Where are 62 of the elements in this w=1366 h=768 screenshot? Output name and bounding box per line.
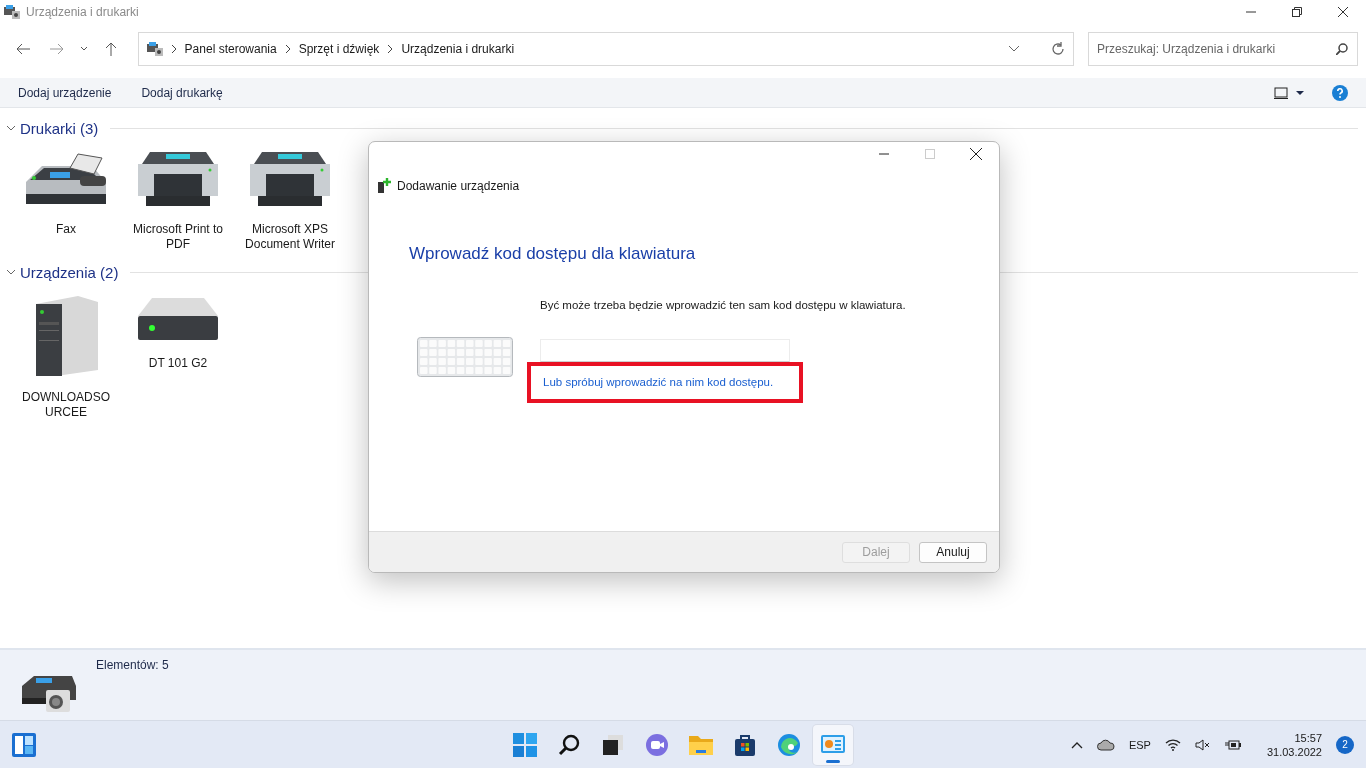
keyboard-icon bbox=[417, 337, 513, 377]
breadcrumb-item[interactable]: Urządzenia i drukarki bbox=[401, 42, 515, 56]
device-label[interactable]: DT 101 G2 bbox=[148, 356, 208, 371]
chevron-icon[interactable] bbox=[6, 267, 16, 277]
input-language[interactable]: ESP bbox=[1128, 738, 1151, 751]
search-icon[interactable] bbox=[1336, 43, 1348, 55]
search-icon bbox=[557, 733, 581, 757]
group-header[interactable]: Drukarki (3) bbox=[20, 119, 99, 137]
device-label[interactable]: Microsoft XPS Document Writer bbox=[242, 222, 338, 252]
device-label[interactable]: Fax bbox=[56, 222, 76, 237]
add-device-icon bbox=[377, 178, 391, 194]
device-label[interactable]: DOWNLOADSOURCEE bbox=[18, 390, 114, 420]
window-title: Urządzenia i drukarki bbox=[26, 5, 139, 19]
store-bag-icon bbox=[733, 733, 757, 757]
dialog-title: Dodawanie urządzenia bbox=[397, 179, 520, 193]
restore-icon bbox=[1292, 7, 1302, 17]
browser-swirl-icon bbox=[777, 733, 801, 757]
instruction-text: Być może trzeba będzie wprowadzić ten sam kod dostępu w klawiatura. bbox=[540, 299, 906, 311]
dialog-button[interactable]: Anuluj bbox=[919, 541, 987, 563]
forward-arrow-icon bbox=[49, 43, 64, 55]
chevron-icon bbox=[284, 45, 291, 53]
chevron-icon bbox=[170, 45, 177, 53]
video-chat-icon bbox=[645, 733, 669, 757]
passkey-input[interactable] bbox=[540, 339, 790, 362]
chevron-icon bbox=[387, 45, 394, 53]
refresh-icon[interactable] bbox=[1051, 42, 1065, 56]
chevron-down-icon bbox=[79, 46, 88, 52]
dropdown-chevron-icon[interactable] bbox=[1009, 46, 1019, 52]
help-icon[interactable] bbox=[1332, 84, 1348, 101]
toolbar-command[interactable]: Dodaj urządzenie bbox=[18, 85, 112, 100]
close-icon bbox=[970, 148, 982, 160]
clock-time[interactable]: 15:57 bbox=[1294, 731, 1322, 744]
passkey-link[interactable]: Lub spróbuj wprowadzić na nim kod dostępu. bbox=[543, 376, 774, 388]
group-header[interactable]: Urządzenia (2) bbox=[20, 263, 119, 281]
breadcrumb-item[interactable]: Sprzęt i dźwięk bbox=[298, 42, 380, 56]
chevron-icon[interactable] bbox=[6, 123, 16, 133]
toolbar-command[interactable]: Dodaj drukarkę bbox=[141, 85, 223, 100]
search-field[interactable]: Przeszukaj: Urządzenia i drukarki bbox=[1088, 32, 1358, 66]
active-indicator bbox=[826, 760, 840, 763]
item-count: Elementów: 5 bbox=[96, 658, 169, 674]
view-options-icon[interactable] bbox=[1274, 86, 1306, 99]
up-arrow-icon bbox=[104, 42, 117, 56]
chevron-up-icon[interactable] bbox=[1070, 740, 1083, 749]
notification-badge[interactable]: 2 bbox=[1336, 735, 1354, 754]
windows-logo-icon bbox=[513, 733, 537, 757]
dialog-heading: Wprowadź kod dostępu dla klawiatura bbox=[409, 244, 697, 264]
clock-date[interactable]: 31.03.2022 bbox=[1266, 745, 1322, 758]
devices-printers-icon bbox=[146, 42, 163, 56]
battery-charging-icon[interactable] bbox=[1224, 738, 1241, 751]
task-view-icon bbox=[601, 733, 625, 757]
speaker-muted-icon[interactable] bbox=[1194, 738, 1211, 751]
back-arrow-icon bbox=[15, 43, 30, 55]
wifi-icon[interactable] bbox=[1164, 738, 1181, 751]
device-label[interactable]: Microsoft Print to PDF bbox=[130, 222, 226, 252]
close-icon bbox=[1338, 7, 1348, 17]
address-bar[interactable]: Panel sterowania Sprzęt i dźwięk Urządzenia i drukarki bbox=[137, 32, 1074, 66]
maximize-icon bbox=[925, 149, 935, 159]
folder-icon bbox=[688, 733, 714, 757]
cloud-icon[interactable] bbox=[1096, 738, 1115, 751]
breadcrumb-item[interactable]: Panel sterowania bbox=[184, 42, 277, 56]
devices-printers-icon bbox=[4, 5, 20, 19]
widgets-icon[interactable] bbox=[12, 732, 36, 757]
